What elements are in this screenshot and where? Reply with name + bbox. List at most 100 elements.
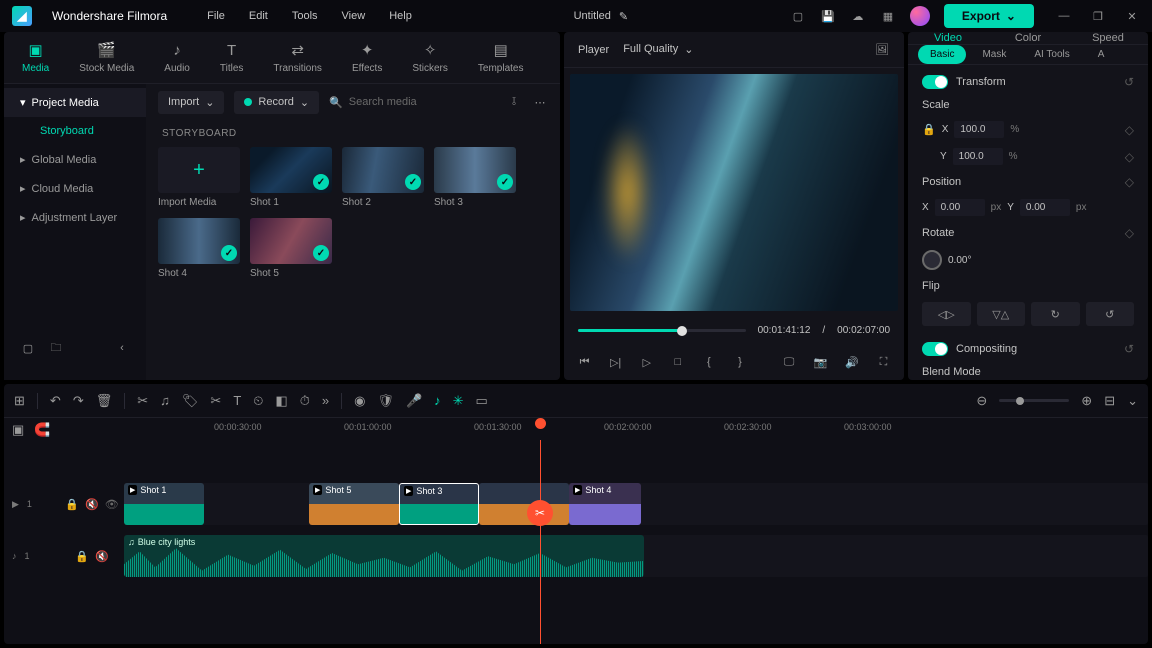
proptab-speed[interactable]: Speed	[1068, 32, 1148, 44]
tab-stickers[interactable]: ✧Stickers	[412, 41, 448, 74]
auto-beat-icon[interactable]: ✳	[453, 393, 464, 409]
view-mode-icon[interactable]: ⊟	[1104, 393, 1115, 409]
scale-y-input[interactable]	[953, 148, 1003, 165]
preview-scrubber[interactable]: 00:01:41:12 / 00:02:07:00	[564, 317, 904, 344]
snapshot-icon[interactable]: 🖼	[874, 42, 890, 58]
mark-icon[interactable]: ◉	[354, 393, 365, 409]
timer-icon[interactable]: ⏱	[300, 393, 310, 409]
play-icon[interactable]: ▷	[640, 354, 653, 370]
stop-icon[interactable]: □	[671, 354, 684, 370]
position-x-input[interactable]	[935, 199, 985, 216]
more-icon[interactable]: ⋯	[532, 94, 548, 110]
chevron-down-icon[interactable]: ⌄	[1127, 393, 1138, 409]
lock-icon[interactable]: 🔒	[75, 550, 89, 563]
preview-viewport[interactable]	[570, 74, 898, 311]
export-button[interactable]: Export ⌄	[944, 4, 1034, 28]
flip-vertical-icon[interactable]: ▽△	[977, 302, 1026, 326]
position-y-input[interactable]	[1020, 199, 1070, 216]
edit-title-icon[interactable]: ✎	[619, 10, 628, 23]
zoom-in-icon[interactable]: ⊕	[1081, 393, 1092, 409]
timeline-body[interactable]: ✂ ▶1 🔒🔇👁 Shot 1 Shot 5 Shot 3 Shot 4 ♪1 …	[4, 440, 1148, 644]
flip-horizontal-icon[interactable]: ◁▷	[922, 302, 971, 326]
sidebar-item-projectmedia[interactable]: ▾Project Media	[4, 88, 146, 117]
minimize-icon[interactable]: —	[1056, 8, 1072, 24]
sidebar-item-storyboard[interactable]: Storyboard	[4, 117, 146, 145]
subtab-mask[interactable]: Mask	[970, 45, 1018, 64]
lock-icon[interactable]: 🔒	[922, 123, 936, 136]
timeline-ruler[interactable]: ▣ 🧲 00:00:30:00 00:01:00:00 00:01:30:00 …	[4, 418, 1148, 440]
play-reverse-icon[interactable]: ▷|	[609, 354, 622, 370]
tab-effects[interactable]: ✦Effects	[352, 41, 382, 74]
grid-icon[interactable]: ▦	[880, 8, 896, 24]
track-collapse-icon[interactable]: ▣	[12, 422, 24, 438]
menu-file[interactable]: File	[207, 10, 225, 22]
color-icon[interactable]: ◧	[275, 393, 287, 409]
shield-icon[interactable]: 🛡	[377, 393, 394, 409]
subtab-more[interactable]: A	[1086, 45, 1117, 64]
volume-icon[interactable]: 🔊	[845, 354, 859, 370]
tab-titles[interactable]: TTitles	[220, 41, 244, 74]
undo-icon[interactable]: ↶	[50, 393, 61, 409]
import-media-tile[interactable]: +Import Media	[158, 147, 240, 208]
rotate-cw-icon[interactable]: ↻	[1031, 302, 1080, 326]
prev-frame-icon[interactable]: ⏮	[578, 354, 591, 370]
transform-toggle[interactable]	[922, 75, 948, 89]
search-input[interactable]: 🔍Search media	[329, 96, 496, 109]
menu-edit[interactable]: Edit	[249, 10, 268, 22]
proptab-video[interactable]: Video	[908, 32, 988, 44]
sidebar-item-adjustmentlayer[interactable]: ▸Adjustment Layer	[4, 203, 146, 232]
menu-tools[interactable]: Tools	[292, 10, 318, 22]
tab-templates[interactable]: ▤Templates	[478, 41, 524, 74]
camera-icon[interactable]: 📷	[814, 354, 828, 370]
thumb-shot3[interactable]: ✓Shot 3	[434, 147, 516, 208]
crop-icon[interactable]: ✂	[210, 393, 221, 409]
layout-icon[interactable]: ⊞	[14, 393, 25, 409]
quality-dropdown[interactable]: Full Quality⌄	[623, 43, 693, 56]
rotate-knob[interactable]	[922, 250, 942, 270]
tag-icon[interactable]: 🏷	[182, 393, 199, 409]
text-icon[interactable]: T	[233, 393, 241, 408]
proptab-color[interactable]: Color	[988, 32, 1068, 44]
split-icon[interactable]: ✂	[527, 500, 553, 526]
cut-icon[interactable]: ✂	[137, 393, 148, 409]
mute-icon[interactable]: 🔇	[95, 550, 109, 563]
sidebar-item-globalmedia[interactable]: ▸Global Media	[4, 145, 146, 174]
collapse-icon[interactable]: ‹	[114, 340, 130, 356]
mute-icon[interactable]: 🔇	[85, 498, 99, 511]
magnetic-icon[interactable]: 🧲	[34, 422, 50, 438]
mark-in-icon[interactable]: {	[702, 354, 715, 370]
eye-icon[interactable]: 👁	[105, 498, 119, 511]
clip-shot4[interactable]: Shot 4	[569, 483, 641, 525]
clip-shot-extra[interactable]	[479, 483, 569, 525]
rotate-reset-icon[interactable]: ◇	[1125, 226, 1134, 240]
maximize-icon[interactable]: ❐	[1090, 8, 1106, 24]
tab-audio[interactable]: ♪Audio	[164, 41, 190, 74]
device-icon[interactable]: ▢	[790, 8, 806, 24]
audio-sync-icon[interactable]: ♪	[434, 393, 441, 408]
audio-clip[interactable]: ♫Blue city lights	[124, 535, 644, 577]
transform-reset-icon[interactable]: ↺	[1124, 75, 1134, 89]
zoom-out-icon[interactable]: ⊖	[976, 393, 987, 409]
scale-x-input[interactable]	[954, 121, 1004, 138]
scale-y-reset-icon[interactable]: ◇	[1125, 150, 1134, 164]
document-title[interactable]: Untitled ✎	[574, 10, 629, 23]
thumb-shot1[interactable]: ✓Shot 1	[250, 147, 332, 208]
cloud-icon[interactable]: ☁	[850, 8, 866, 24]
compositing-toggle[interactable]	[922, 342, 948, 356]
more-tools-icon[interactable]: »	[322, 393, 329, 408]
display-settings-icon[interactable]: 🖵	[782, 354, 795, 370]
scale-x-reset-icon[interactable]: ◇	[1125, 123, 1134, 137]
mark-out-icon[interactable]: }	[733, 354, 746, 370]
position-reset-icon[interactable]: ◇	[1125, 175, 1134, 189]
thumb-shot5[interactable]: ✓Shot 5	[250, 218, 332, 279]
music-icon[interactable]: ♫	[160, 393, 170, 408]
clip-shot1[interactable]: Shot 1	[124, 483, 204, 525]
subtab-aitools[interactable]: AI Tools	[1022, 45, 1081, 64]
record-dropdown[interactable]: Record⌄	[234, 91, 319, 114]
avatar[interactable]	[910, 6, 930, 26]
lock-icon[interactable]: 🔒	[65, 498, 79, 511]
clip-shot5[interactable]: Shot 5	[309, 483, 399, 525]
import-dropdown[interactable]: Import⌄	[158, 91, 224, 114]
save-icon[interactable]: 💾	[820, 8, 836, 24]
thumb-shot4[interactable]: ✓Shot 4	[158, 218, 240, 279]
